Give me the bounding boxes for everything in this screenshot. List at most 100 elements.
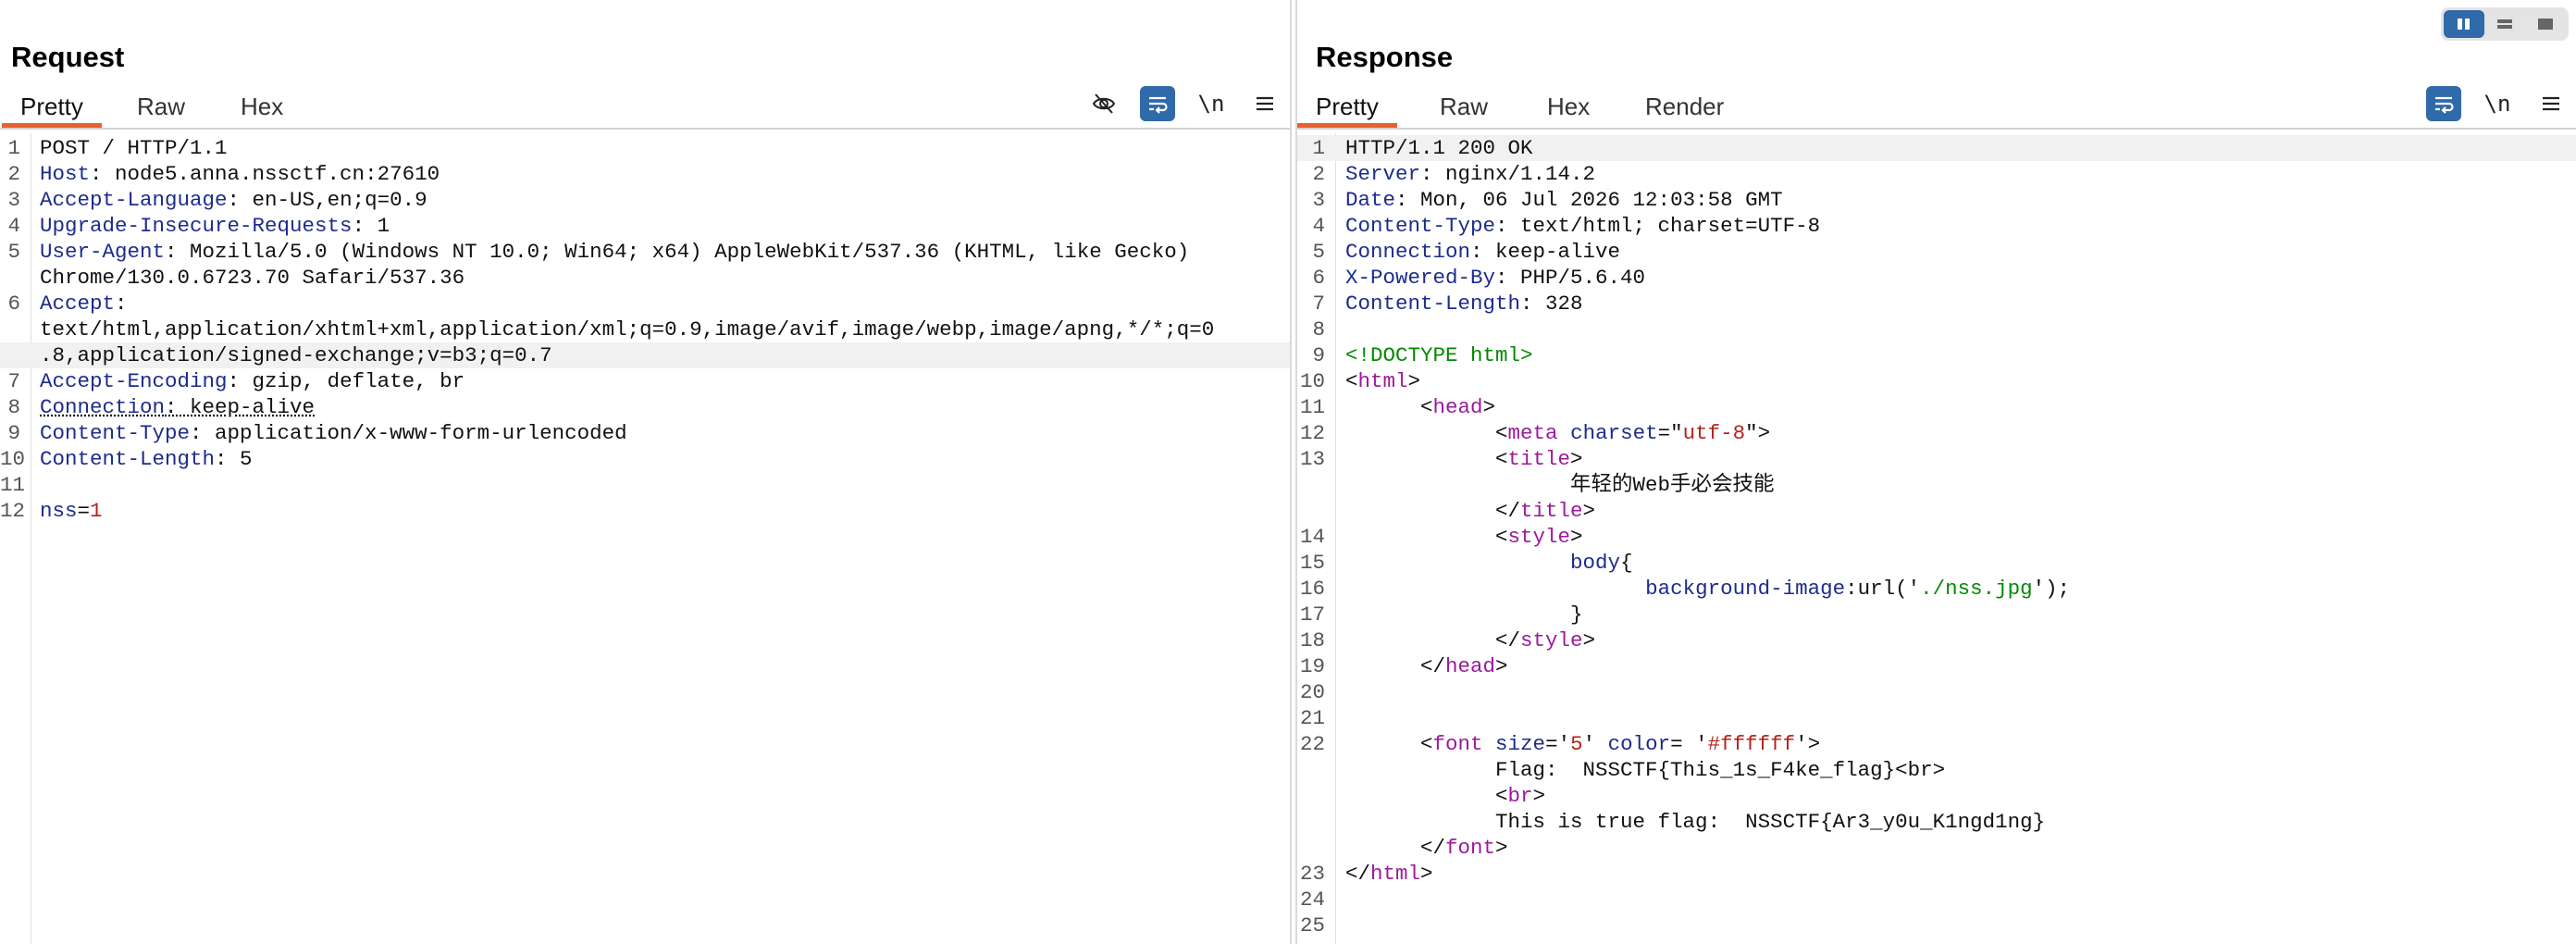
token-v: :url(': [1845, 577, 1921, 601]
line-content: <title>: [1345, 446, 1583, 472]
show-newlines-button[interactable]: \n: [2480, 86, 2515, 121]
line-content: X-Powered-By: PHP/5.6.40: [1345, 265, 1645, 291]
wrap-lines-button[interactable]: [1140, 86, 1175, 121]
line-number: 21: [1299, 706, 1325, 730]
token-v: <: [1345, 369, 1358, 393]
line-content: Host: node5.anna.nssctf.cn:27610: [40, 161, 440, 187]
line-content: Content-Length: 328: [1345, 291, 1583, 317]
tab-response-raw[interactable]: Raw: [1421, 91, 1506, 128]
response-tabs: Pretty Raw Hex Render: [1297, 87, 2576, 130]
menu-icon: [1257, 96, 1273, 111]
token-v: ': [1582, 732, 1608, 756]
response-code-line: 20: [1297, 679, 2576, 705]
tab-request-hex[interactable]: Hex: [222, 91, 302, 128]
line-number: 9: [7, 421, 20, 445]
tab-request-pretty[interactable]: Pretty: [2, 91, 102, 128]
token-v: [1345, 577, 1645, 601]
response-code-line: </title>: [1297, 498, 2576, 524]
token-v: </: [1345, 836, 1446, 860]
line-content: Accept-Encoding: gzip, deflate, br: [40, 368, 464, 394]
line-content: Flag: NSSCTF{This_1s_F4ke_flag}<br>: [1345, 757, 1945, 783]
line-content: POST / HTTP/1.1: [40, 135, 228, 161]
request-code-line: Chrome/130.0.6723.70 Safari/537.36: [0, 265, 1290, 291]
line-content: </head>: [1345, 653, 1508, 679]
response-code-line: 19 </head>: [1297, 653, 2576, 679]
wrap-lines-button[interactable]: [2426, 86, 2461, 121]
request-editor[interactable]: 1 POST / HTTP/1.1 2 Host: node5.anna.nssctf…: [0, 133, 1290, 944]
line-number: 11: [1299, 395, 1325, 419]
line-number: 12: [0, 499, 26, 523]
response-code-line: 21: [1297, 705, 2576, 731]
token-v: [1483, 732, 1496, 756]
line-content: Content-Length: 5: [40, 446, 253, 472]
token-strr: 5: [1570, 732, 1583, 756]
line-number: 24: [1299, 888, 1325, 912]
token-v: : 328: [1520, 292, 1583, 316]
token-k: nss: [40, 499, 78, 523]
response-menu-button[interactable]: [2533, 86, 2569, 121]
request-menu-button[interactable]: [1247, 86, 1282, 121]
line-content: <font size='5' color= '#ffffff'>: [1345, 731, 1820, 757]
response-code-line: Flag: NSSCTF{This_1s_F4ke_flag}<br>: [1297, 757, 2576, 783]
response-code-line: This is true flag: NSSCTF{Ar3_y0u_K1ngd1…: [1297, 809, 2576, 835]
pane-divider[interactable]: [1290, 0, 1297, 944]
token-v: <: [1345, 525, 1508, 549]
line-number: 11: [0, 473, 26, 497]
token-v: >: [1495, 654, 1508, 678]
token-k: Server: [1345, 162, 1421, 186]
token-k: Accept-Encoding: [40, 369, 228, 393]
token-doctype: <!DOCTYPE html>: [1345, 343, 1533, 367]
token-v: This is true flag: NSSCTF{Ar3_y0u_K1ngd1…: [1345, 810, 2046, 834]
token-v: >: [1570, 525, 1583, 549]
token-attr: color: [1607, 732, 1671, 756]
token-v: >: [1582, 499, 1596, 523]
show-newlines-button[interactable]: \n: [1194, 86, 1229, 121]
line-number: 18: [1299, 628, 1325, 652]
token-num: 1: [90, 499, 103, 523]
tab-response-render[interactable]: Render: [1627, 91, 1742, 128]
response-code-line: 9 <!DOCTYPE html>: [1297, 342, 2576, 368]
token-v: [1345, 551, 1570, 575]
line-content: <head>: [1345, 394, 1495, 420]
tab-response-hex[interactable]: Hex: [1529, 91, 1608, 128]
token-v: : 5: [215, 447, 253, 471]
token-v: .8,application/signed-exchange;v=b3;q=0.…: [40, 343, 552, 367]
token-k: Connection: [40, 395, 166, 419]
token-tag: head: [1445, 654, 1496, 678]
line-content: Accept-Language: en-US,en;q=0.9: [40, 187, 427, 213]
tab-response-pretty[interactable]: Pretty: [1297, 91, 1397, 128]
response-code-line: 7 Content-Length: 328: [1297, 291, 2576, 317]
response-code-line: 年轻的Web手必会技能: [1297, 472, 2576, 498]
token-v: : en-US,en;q=0.9: [227, 188, 427, 212]
line-content: <meta charset="utf-8">: [1345, 420, 1770, 446]
token-tag: html: [1370, 862, 1421, 886]
token-v: </: [1345, 499, 1521, 523]
token-v: </: [1345, 628, 1521, 652]
token-v: : keep-alive: [1470, 240, 1621, 264]
response-toolbar: \n: [2426, 85, 2569, 122]
token-v: >: [1420, 862, 1433, 886]
line-number: 8: [7, 395, 20, 419]
line-number: 4: [1312, 214, 1325, 238]
token-strr: #ffffff: [1707, 732, 1796, 756]
request-code-line: 9 Content-Type: application/x-www-form-ur…: [0, 420, 1290, 446]
token-k: X-Powered-By: [1345, 266, 1496, 290]
token-tag: font: [1432, 732, 1483, 756]
line-content: <style>: [1345, 524, 1583, 550]
token-v: <: [1345, 421, 1508, 445]
response-title: Response: [1316, 41, 1454, 73]
request-toolbar: \n: [1086, 85, 1282, 122]
token-v: : gzip, deflate, br: [227, 369, 465, 393]
token-v: [1558, 421, 1571, 445]
line-number: 12: [1299, 421, 1325, 445]
token-v: : PHP/5.6.40: [1495, 266, 1646, 290]
response-editor[interactable]: 1 HTTP/1.1 200 OK 2 Server: nginx/1.14.2 3 Da…: [1297, 133, 2576, 944]
hide-nonprintable-button[interactable]: [1086, 86, 1121, 121]
line-number: 1: [1312, 136, 1325, 160]
line-number: 4: [7, 214, 20, 238]
tab-request-raw[interactable]: Raw: [118, 91, 204, 128]
request-code-line: 8 Connection: keep-alive: [0, 394, 1290, 420]
token-k: Upgrade-Insecure-Requests: [40, 214, 353, 238]
response-code-line: 25: [1297, 913, 2576, 938]
menu-icon: [2543, 96, 2559, 111]
